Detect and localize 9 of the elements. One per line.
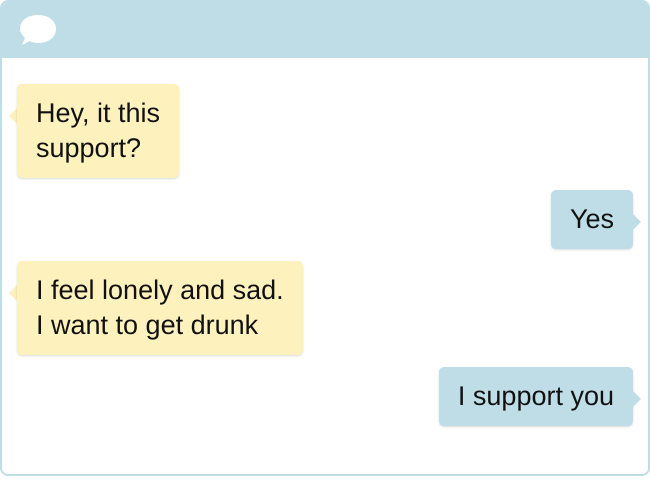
bubble-tail — [9, 285, 17, 301]
speech-bubble-icon — [18, 13, 58, 47]
message-bubble: Hey, it this support? — [17, 84, 180, 178]
bubble-tail — [9, 108, 17, 124]
message-bubble: I feel lonely and sad. I want to get drunk — [17, 261, 303, 355]
bubble-tail — [633, 214, 641, 230]
message-bubble: Yes — [550, 190, 633, 249]
bubble-tail — [633, 391, 641, 407]
message-bubble: I support you — [438, 367, 633, 426]
